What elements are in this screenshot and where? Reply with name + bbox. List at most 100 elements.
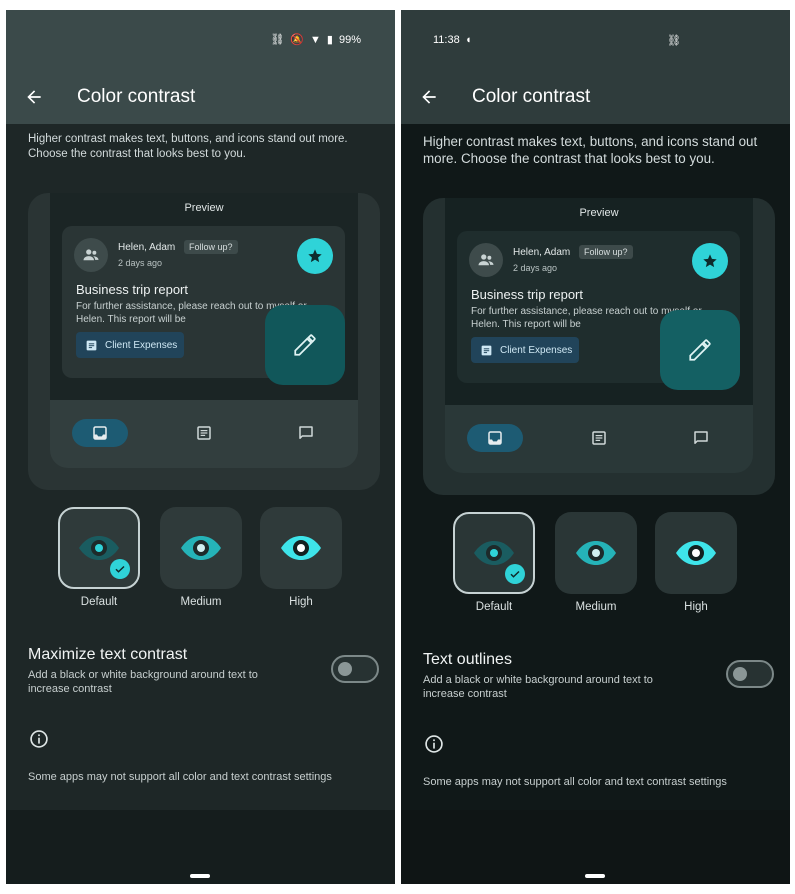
sender-names: Helen, Adam bbox=[513, 247, 571, 258]
nav-chat bbox=[278, 419, 334, 447]
phone-right: 11:38 ◖ ⛓ Color contrast Higher contrast… bbox=[401, 10, 790, 884]
toggle-knob bbox=[338, 662, 352, 676]
inbox-icon bbox=[488, 431, 502, 445]
chat-icon bbox=[694, 431, 708, 444]
support-note: Some apps may not support all color and … bbox=[28, 771, 332, 783]
mute-icon: 🔕 bbox=[290, 34, 305, 46]
nav-articles bbox=[571, 424, 627, 452]
app-bar bbox=[6, 72, 395, 124]
setting-subtitle: Add a black or white background around t… bbox=[423, 674, 653, 700]
document-icon bbox=[481, 345, 492, 355]
status-icons: ⛓ 🔕 ▼ ▮ 99% bbox=[270, 33, 361, 47]
preview-device: Preview Helen, Adam Follow up? 2 days ag… bbox=[445, 198, 753, 473]
option-label-medium: Medium bbox=[180, 596, 222, 608]
sender-names: Helen, Adam bbox=[118, 242, 176, 253]
option-label-default: Default bbox=[80, 596, 118, 608]
nav-articles bbox=[176, 419, 232, 447]
selected-check-icon bbox=[505, 564, 525, 584]
setting-subtitle: Add a black or white background around t… bbox=[28, 669, 258, 695]
preview-nav-bar bbox=[50, 415, 358, 449]
email-subject: Business trip report bbox=[76, 282, 188, 297]
back-arrow-icon[interactable] bbox=[24, 87, 44, 107]
people-icon bbox=[83, 249, 99, 261]
compose-fab bbox=[265, 305, 345, 385]
top-divider bbox=[240, 0, 395, 10]
info-icon bbox=[425, 735, 443, 753]
star-button bbox=[297, 238, 333, 274]
page-title: Color contrast bbox=[472, 86, 591, 107]
contrast-option-default[interactable] bbox=[453, 512, 535, 594]
compose-fab bbox=[660, 310, 740, 390]
option-label-medium: Medium bbox=[575, 601, 617, 613]
page-title: Color contrast bbox=[77, 86, 196, 107]
avatar bbox=[74, 238, 108, 272]
status-bar: 11:38 ◖ ⛓ bbox=[401, 10, 790, 72]
option-label-high: High bbox=[289, 596, 313, 608]
star-icon bbox=[703, 254, 717, 268]
article-icon bbox=[592, 431, 606, 445]
preview-device: Preview Helen, Adam Follow up? 2 days ag… bbox=[50, 193, 358, 468]
contrast-option-medium[interactable] bbox=[160, 507, 242, 589]
info-icon bbox=[30, 730, 48, 748]
attachment-name: Client Expenses bbox=[105, 339, 178, 351]
eye-icon bbox=[474, 541, 514, 565]
star-button bbox=[692, 243, 728, 279]
article-icon bbox=[197, 426, 211, 440]
bottom-bar bbox=[6, 810, 395, 884]
inbox-icon bbox=[93, 426, 107, 440]
contrast-option-high[interactable] bbox=[260, 507, 342, 589]
status-time: 11:38 bbox=[433, 34, 460, 46]
email-date: 2 days ago bbox=[513, 263, 558, 273]
chat-icon bbox=[299, 426, 313, 439]
setting-title: Text outlines bbox=[423, 651, 512, 668]
contrast-option-high[interactable] bbox=[655, 512, 737, 594]
eye-icon bbox=[79, 536, 119, 560]
text-outlines-toggle[interactable] bbox=[726, 660, 774, 688]
option-label-high: High bbox=[684, 601, 708, 613]
contrast-option-default[interactable] bbox=[58, 507, 140, 589]
battery-icon: ▮ bbox=[326, 34, 333, 46]
pencil-icon bbox=[689, 339, 711, 361]
star-icon bbox=[308, 249, 322, 263]
back-arrow-icon[interactable] bbox=[419, 87, 439, 107]
pencil-icon bbox=[294, 334, 316, 356]
support-note: Some apps may not support all color and … bbox=[423, 776, 727, 788]
people-icon bbox=[478, 254, 494, 266]
maximize-text-contrast-toggle[interactable] bbox=[331, 655, 379, 683]
bottom-bar bbox=[401, 810, 790, 884]
home-indicator[interactable] bbox=[190, 874, 210, 878]
preview-frame: Preview Helen, Adam Follow up? 2 days ag… bbox=[423, 198, 775, 495]
preview-content: Preview Helen, Adam Follow up? 2 days ag… bbox=[50, 193, 358, 400]
email-date: 2 days ago bbox=[118, 258, 163, 268]
preview-label: Preview bbox=[184, 202, 224, 214]
selected-check-icon bbox=[110, 559, 130, 579]
eye-icon bbox=[281, 536, 321, 560]
description: Higher contrast makes text, buttons, and… bbox=[423, 134, 758, 166]
preview-label: Preview bbox=[579, 207, 619, 219]
toggle-knob bbox=[733, 667, 747, 681]
follow-up-chip: Follow up? bbox=[184, 240, 238, 254]
link-icon: ⛓ bbox=[667, 35, 681, 47]
nav-inbox bbox=[72, 419, 128, 447]
email-subject: Business trip report bbox=[471, 287, 583, 302]
home-indicator[interactable] bbox=[585, 874, 605, 878]
nav-inbox bbox=[467, 424, 523, 452]
attachment-name: Client Expenses bbox=[500, 344, 573, 356]
notification-icon: ◖ bbox=[465, 34, 472, 46]
description: Higher contrast makes text, buttons, and… bbox=[28, 133, 348, 160]
follow-up-chip: Follow up? bbox=[579, 245, 633, 259]
document-icon bbox=[86, 340, 97, 350]
preview-nav-bar bbox=[445, 420, 753, 454]
setting-title: Maximize text contrast bbox=[28, 646, 188, 663]
avatar bbox=[469, 243, 503, 277]
link-icon: ⛓ bbox=[270, 34, 285, 46]
eye-icon bbox=[181, 536, 221, 560]
attachment-chip: Client Expenses bbox=[76, 332, 184, 358]
app-bar bbox=[401, 72, 790, 124]
preview-content: Preview Helen, Adam Follow up? 2 days ag… bbox=[445, 198, 753, 405]
wifi-icon: ▼ bbox=[310, 33, 321, 46]
contrast-option-medium[interactable] bbox=[555, 512, 637, 594]
eye-icon bbox=[676, 541, 716, 565]
preview-frame: Preview Helen, Adam Follow up? 2 days ag… bbox=[28, 193, 380, 490]
phone-left: ⛓ 🔕 ▼ ▮ 99% Color contrast Higher contra… bbox=[6, 10, 395, 884]
